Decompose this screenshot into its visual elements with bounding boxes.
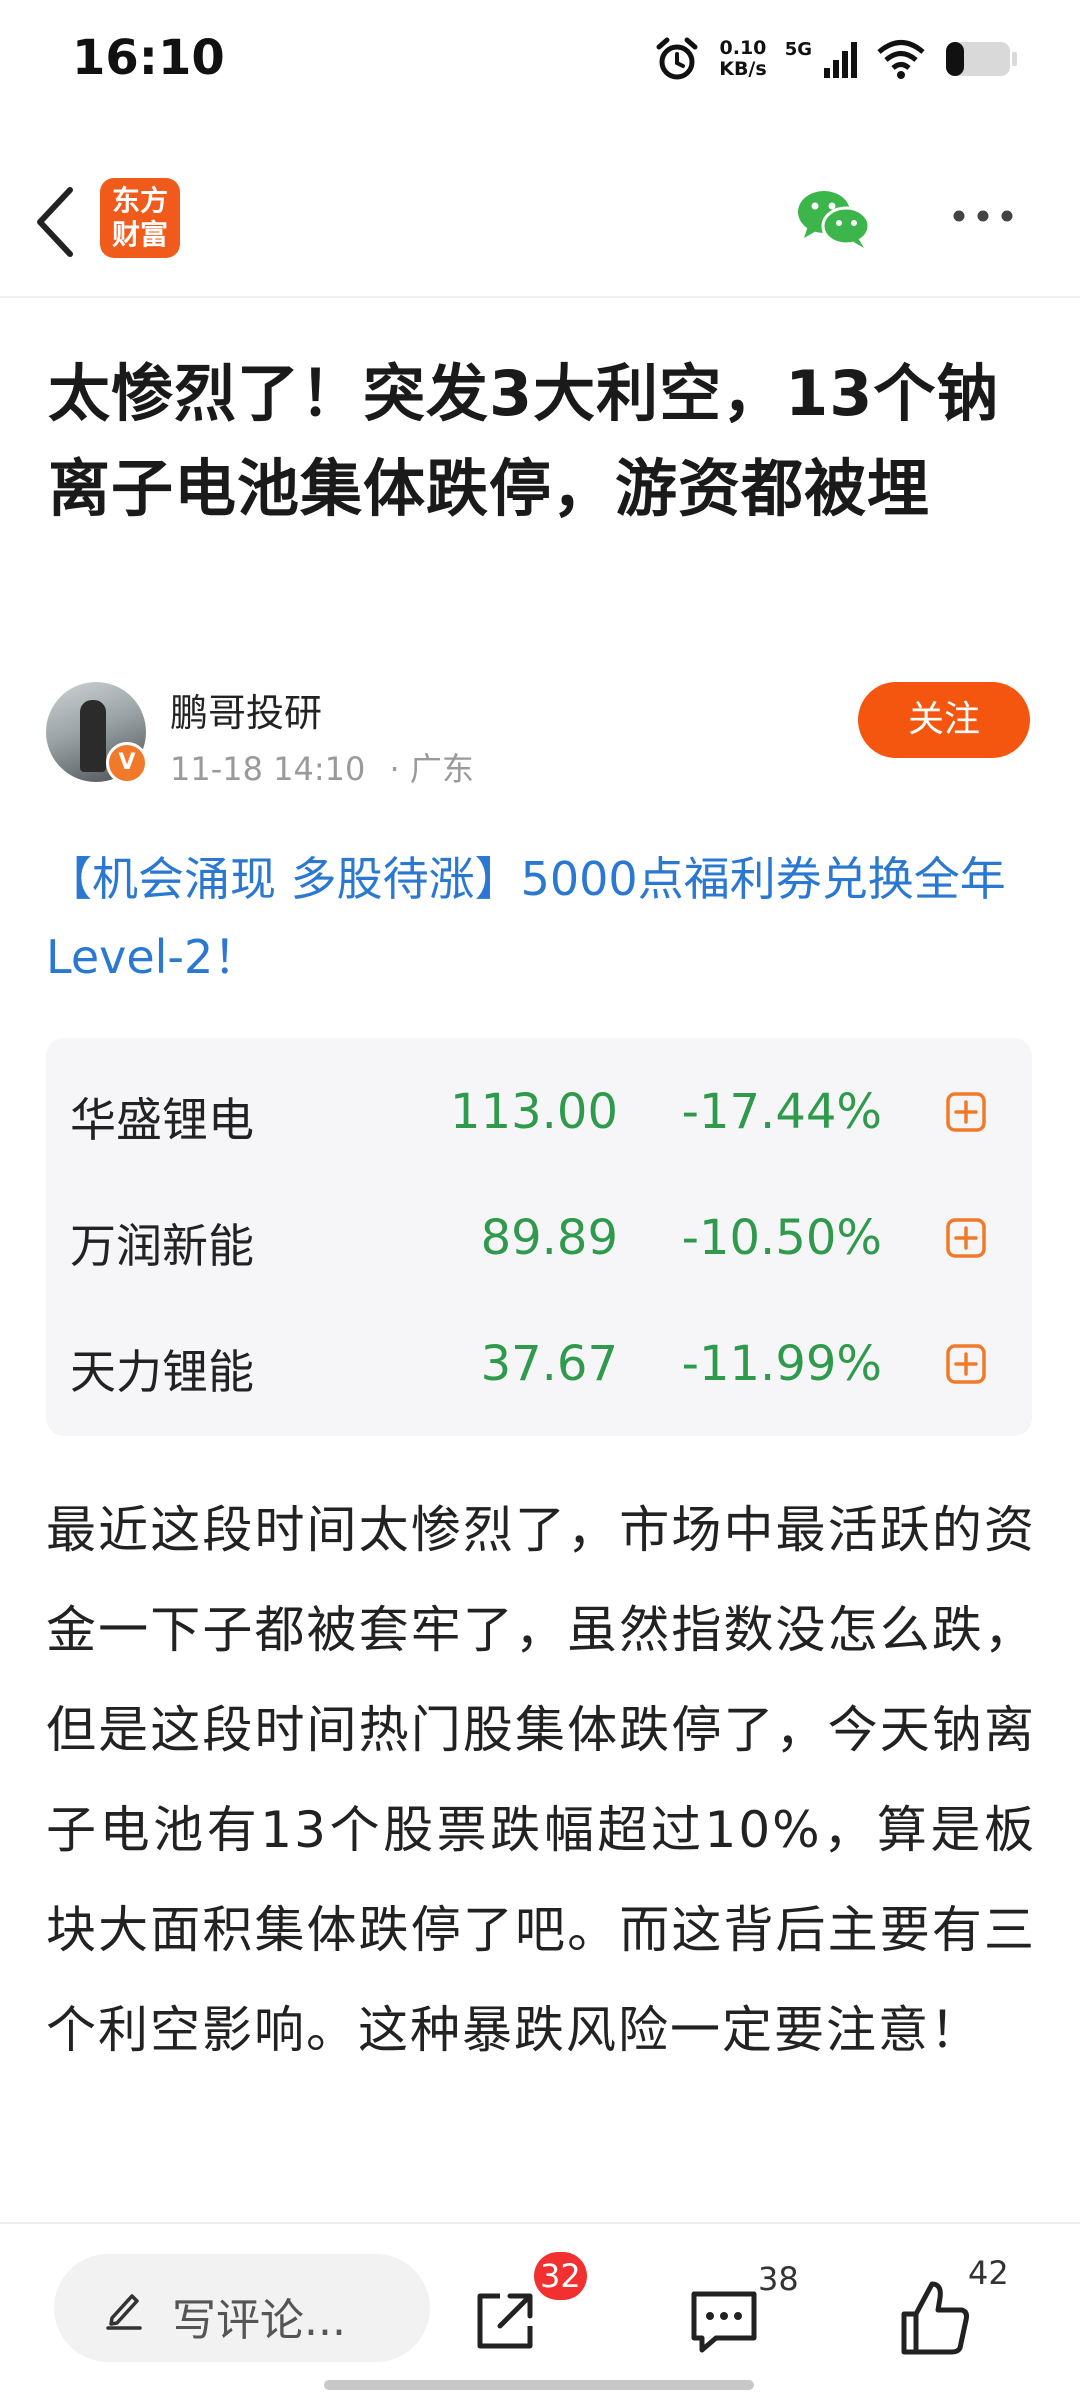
comment-placeholder: 写评论... [172, 2295, 346, 2346]
stock-row[interactable]: 天力锂能 37.67 -11.99% [46, 1300, 1032, 1426]
stock-price: 37.67 [480, 1336, 618, 1392]
stock-change: -11.99% [681, 1336, 882, 1392]
add-to-watchlist-icon[interactable] [946, 1092, 986, 1132]
stock-row[interactable]: 万润新能 89.89 -10.50% [46, 1174, 1032, 1300]
net-speed-unit: KB/s [719, 58, 767, 80]
stock-change: -10.50% [681, 1210, 882, 1266]
signal-icon [824, 42, 857, 78]
stock-row[interactable]: 华盛锂电 113.00 -17.44% [46, 1048, 1032, 1174]
share-icon[interactable] [470, 2286, 540, 2356]
follow-button[interactable]: 关注 [858, 682, 1030, 758]
status-bar: 16:10 0.10 KB/s 5G [0, 0, 1080, 118]
nav-bar: 东方 财富 [0, 148, 1080, 298]
bottom-action-bar: 写评论... 32 38 42 [0, 2222, 1080, 2402]
back-icon[interactable] [30, 184, 80, 260]
stock-price: 89.89 [480, 1210, 618, 1266]
alarm-icon [656, 37, 698, 80]
share-count-badge: 32 [534, 2252, 587, 2300]
status-time: 16:10 [72, 30, 225, 86]
stock-name: 华盛锂电 [70, 1093, 254, 1147]
avatar-figure [80, 700, 106, 772]
net-speed: 0.10 KB/s [719, 38, 766, 80]
article-body: 最近这段时间太惨烈了，市场中最活跃的资金一下子都被套牢了，虽然指数没怎么跌，但是… [46, 1501, 1036, 2059]
wechat-icon[interactable] [796, 186, 872, 250]
stock-price: 113.00 [450, 1084, 618, 1140]
status-icons: 0.10 KB/s 5G [653, 30, 1018, 88]
thumbs-up-icon[interactable] [898, 2278, 972, 2358]
net-speed-value: 0.10 [719, 37, 767, 59]
battery-icon [946, 42, 1017, 76]
stock-card: 华盛锂电 113.00 -17.44% 万润新能 89.89 -10.50% 天… [46, 1038, 1032, 1436]
stock-change: -17.44% [681, 1084, 882, 1140]
post-meta: 11-18 14:10 · 广东 [170, 744, 474, 790]
signal-label: 5G [784, 38, 812, 60]
more-icon[interactable] [950, 206, 1016, 226]
logo-line2: 财富 [111, 218, 168, 251]
add-to-watchlist-icon[interactable] [946, 1344, 986, 1384]
wifi-icon [877, 40, 925, 79]
comment-icon[interactable] [686, 2286, 762, 2356]
pen-icon [106, 2294, 142, 2330]
app-logo[interactable]: 东方 财富 [100, 178, 180, 258]
article-title: 太惨烈了！突发3大利空，13个钠离子电池集体跌停，游资都被埋 [48, 357, 1000, 525]
post-datetime: 11-18 14:10 [170, 750, 366, 788]
post-location: · 广东 [389, 750, 474, 788]
logo-line1: 东方 [111, 184, 168, 217]
promo-link[interactable]: 【机会涌现 多股待涨】5000点福利券兑换全年Level-2！ [46, 840, 1036, 996]
stock-name: 万润新能 [70, 1219, 254, 1273]
verified-badge: V [106, 742, 148, 784]
author-name[interactable]: 鹏哥投研 [170, 682, 322, 737]
comment-count: 38 [758, 2260, 799, 2298]
like-count: 42 [968, 2254, 1009, 2292]
stock-name: 天力锂能 [70, 1345, 254, 1399]
add-to-watchlist-icon[interactable] [946, 1218, 986, 1258]
home-indicator[interactable] [324, 2380, 754, 2390]
comment-input[interactable]: 写评论... [54, 2254, 430, 2362]
